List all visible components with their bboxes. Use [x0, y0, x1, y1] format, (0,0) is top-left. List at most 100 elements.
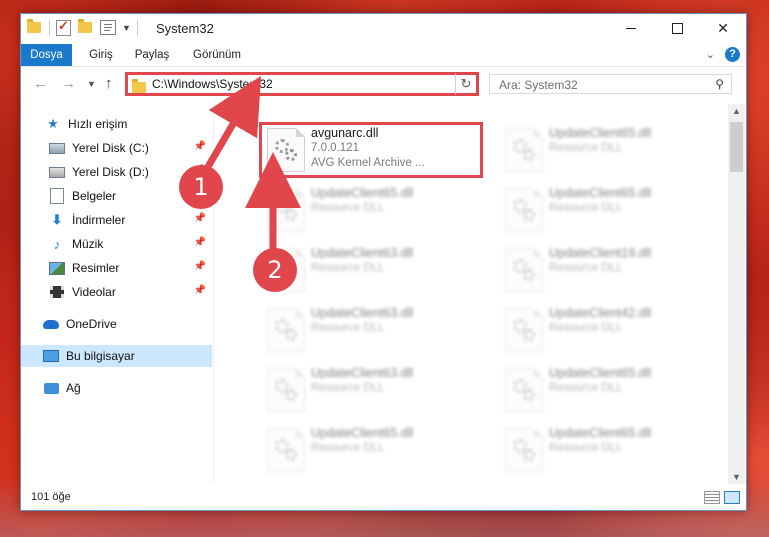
scroll-down-arrow-icon[interactable]: ▼ [732, 472, 741, 482]
file-highlight-frame [259, 122, 483, 178]
up-arrow-icon[interactable]: ↑ [105, 75, 113, 92]
file-name: UpdateClient63.dll [311, 306, 414, 320]
pictures-icon [49, 260, 65, 276]
sidebar-item-quick-access[interactable]: ★ Hızlı erişim [21, 113, 212, 135]
expand-ribbon-icon[interactable]: ⌄ [706, 48, 715, 61]
dll-file-icon [505, 188, 543, 232]
file-item[interactable]: UpdateClient65.dll Resource DLL [499, 182, 728, 238]
callout-badge-two: 2 [253, 248, 297, 292]
close-icon: ✕ [717, 19, 729, 36]
maximize-button[interactable] [654, 14, 700, 42]
tab-home[interactable]: Giriş [81, 44, 121, 66]
dll-file-icon [505, 368, 543, 412]
new-folder-icon[interactable] [78, 19, 94, 36]
dll-file-icon [267, 428, 305, 472]
pin-icon[interactable]: 📌 [194, 141, 206, 152]
refresh-icon: ↻ [460, 76, 472, 91]
details-view-icon[interactable] [704, 491, 720, 504]
tab-share[interactable]: Paylaş [129, 44, 175, 66]
file-item[interactable]: UpdateClient42.dll Resource DLL [499, 302, 728, 358]
file-description: Resource DLL [549, 382, 623, 394]
refresh-button[interactable]: ↻ [455, 72, 479, 96]
sidebar-item-label: Hızlı erişim [68, 117, 128, 131]
sidebar-item-label: Yerel Disk (C:) [72, 141, 149, 155]
sidebar-item-network[interactable]: Ağ [21, 377, 212, 399]
drive-icon [49, 164, 65, 180]
file-list: avgunarc.dll 7.0.0.121 AVG Kernel Archiv… [214, 104, 728, 484]
file-item[interactable]: UpdateClient63.dll Resource DLL [261, 362, 491, 418]
dll-file-icon [267, 368, 305, 412]
pin-icon[interactable]: 📌 [194, 261, 206, 272]
sidebar-item-local-disk-c[interactable]: Yerel Disk (C:) 📌 [21, 137, 212, 159]
title-bar: ▼ System32 ✕ [21, 14, 746, 44]
drive-icon [49, 140, 65, 156]
vertical-scrollbar[interactable]: ▲ ▼ [728, 104, 745, 484]
tab-file[interactable]: Dosya [21, 44, 72, 66]
view-toggle [704, 491, 740, 504]
toolbar-divider [136, 20, 138, 36]
file-description: Resource DLL [549, 142, 623, 154]
address-path[interactable]: C:\Windows\System32 [152, 77, 273, 91]
sidebar-item-onedrive[interactable]: OneDrive [21, 313, 212, 335]
file-description: Resource DLL [311, 322, 385, 334]
sidebar-item-downloads[interactable]: ⬇ İndirmeler 📌 [21, 209, 212, 231]
file-description: Resource DLL [549, 322, 623, 334]
file-name: UpdateClient65.dll [549, 366, 652, 380]
sidebar-item-this-pc[interactable]: Bu bilgisayar [21, 345, 212, 367]
file-name: UpdateClient63.dll [311, 246, 414, 260]
file-name: UpdateClient42.dll [549, 306, 652, 320]
music-icon: ♪ [53, 236, 61, 252]
dll-file-icon [505, 308, 543, 352]
dll-file-icon [505, 248, 543, 292]
file-item[interactable]: UpdateClient63.dll Resource DLL [261, 302, 491, 358]
file-item[interactable]: UpdateClient65.dll Resource DLL [499, 422, 728, 478]
status-bar: 101 öğe [21, 486, 746, 510]
file-description: Resource DLL [311, 202, 385, 214]
dll-file-icon [267, 188, 305, 232]
file-name: UpdateClient65.dll [311, 426, 414, 440]
dll-file-icon [505, 128, 543, 172]
properties-check-icon[interactable] [56, 18, 72, 36]
rename-icon[interactable] [100, 20, 116, 36]
sidebar-item-music[interactable]: ♪ Müzik 📌 [21, 233, 212, 255]
file-name: UpdateClient63.dll [311, 366, 414, 380]
file-explorer-window: ▼ System32 ✕ Dosya Giriş Paylaş Görünüm … [20, 13, 747, 511]
sidebar-item-videos[interactable]: Videolar 📌 [21, 281, 212, 303]
recent-locations-icon[interactable]: ▼ [87, 79, 96, 89]
pin-icon[interactable]: 📌 [194, 237, 206, 248]
address-folder-icon [132, 79, 146, 93]
navigation-pane: ★ Hızlı erişim Yerel Disk (C:) 📌 Yerel D… [21, 104, 214, 484]
sidebar-item-label: Videolar [72, 285, 116, 299]
tiles-view-icon[interactable] [724, 491, 740, 504]
help-icon[interactable]: ? [725, 47, 740, 62]
customize-toolbar-arrow-icon[interactable]: ▼ [122, 23, 131, 33]
back-arrow-icon[interactable]: ← [33, 75, 48, 92]
file-description: Resource DLL [311, 262, 385, 274]
sidebar-item-pictures[interactable]: Resimler 📌 [21, 257, 212, 279]
file-item[interactable]: UpdateClient19.dll Resource DLL [499, 242, 728, 298]
file-description: Resource DLL [549, 262, 623, 274]
file-item[interactable]: UpdateClient65.dll Resource DLL [499, 122, 728, 178]
scroll-thumb[interactable] [730, 122, 743, 172]
file-item[interactable]: UpdateClient65.dll Resource DLL [261, 182, 491, 238]
close-button[interactable]: ✕ [700, 14, 746, 42]
search-box[interactable]: Ara: System32 ⚲ [489, 74, 732, 94]
pin-icon[interactable]: 📌 [194, 285, 206, 296]
computer-icon [43, 348, 59, 364]
network-icon [43, 380, 59, 396]
window-controls: ✕ [608, 14, 746, 42]
forward-arrow-icon[interactable]: → [61, 75, 76, 92]
pin-icon[interactable]: 📌 [194, 213, 206, 224]
file-description: Resource DLL [311, 382, 385, 394]
toolbar-divider [49, 20, 50, 36]
tab-view[interactable]: Görünüm [187, 44, 247, 66]
dll-file-icon [267, 308, 305, 352]
documents-icon [49, 188, 65, 204]
file-item[interactable]: UpdateClient65.dll Resource DLL [499, 362, 728, 418]
quick-access-toolbar: ▼ [27, 18, 138, 36]
file-item[interactable]: UpdateClient65.dll Resource DLL [261, 422, 491, 478]
address-bar[interactable]: C:\Windows\System32 ⌄ [125, 72, 477, 96]
sidebar-item-label: OneDrive [66, 317, 117, 331]
minimize-button[interactable] [608, 14, 654, 42]
scroll-up-arrow-icon[interactable]: ▲ [732, 106, 741, 116]
